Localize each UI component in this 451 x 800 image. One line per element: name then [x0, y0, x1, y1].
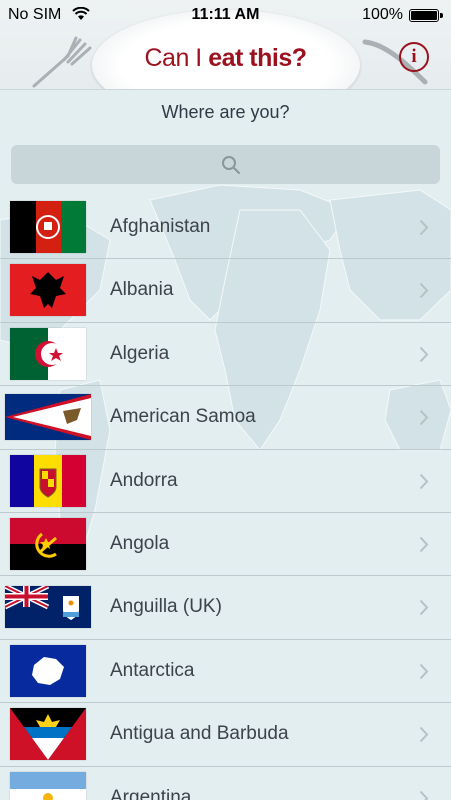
country-row-antigua-and-barbuda[interactable]: Antigua and Barbuda [0, 703, 451, 767]
argentina-flag [10, 771, 86, 800]
american-samoa-flag [5, 394, 91, 441]
chevron-right-icon [419, 536, 429, 553]
anguilla-flag [5, 586, 91, 629]
country-list: Afghanistan Albania Algeria American Sam… [0, 196, 451, 800]
country-row-argentina[interactable]: Argentina [0, 767, 451, 800]
status-bar: No SIM 11:11 AM 100% [0, 0, 451, 30]
chevron-right-icon [419, 726, 429, 743]
battery-icon [409, 9, 443, 22]
chevron-right-icon [419, 663, 429, 679]
chevron-right-icon [419, 473, 429, 489]
info-icon: i [411, 46, 417, 67]
albania-flag [10, 264, 86, 317]
country-row-afghanistan[interactable]: Afghanistan [0, 196, 451, 260]
country-name: Argentina [110, 786, 192, 800]
country-row-anguilla[interactable]: Anguilla (UK) [0, 576, 451, 640]
country-row-andorra[interactable]: Andorra [0, 450, 451, 513]
country-name: Antarctica [110, 659, 195, 681]
country-row-angola[interactable]: Angola [0, 513, 451, 577]
chevron-right-icon [419, 283, 429, 299]
country-row-algeria[interactable]: Algeria [0, 323, 451, 387]
logo-text-bold: eat this? [208, 44, 307, 72]
country-name: Algeria [110, 342, 170, 364]
country-name: Angola [110, 532, 170, 554]
country-name: Andorra [110, 469, 178, 491]
info-button[interactable]: i [399, 42, 429, 72]
logo-text-light: Can I [144, 44, 209, 72]
country-name: Antigua and Barbuda [110, 723, 289, 745]
location-prompt: Where are you? [161, 102, 290, 122]
chevron-right-icon [419, 219, 429, 236]
search-bar[interactable] [11, 145, 440, 184]
chevron-right-icon [419, 346, 429, 362]
search-input[interactable] [11, 145, 440, 184]
country-name: Afghanistan [110, 216, 211, 237]
country-row-albania[interactable]: Albania [0, 259, 451, 323]
country-name: Albania [110, 279, 174, 301]
angola-flag [10, 517, 86, 570]
app-logo: Can I eat this? [0, 44, 451, 73]
battery-percent: 100% [362, 6, 403, 23]
country-name: Anguilla (UK) [110, 596, 222, 618]
country-name: American Samoa [110, 406, 256, 428]
chevron-right-icon [419, 790, 429, 800]
afghanistan-flag [10, 201, 86, 253]
antigua-and-barbuda-flag [10, 708, 86, 761]
antarctica-flag [10, 644, 86, 697]
chevron-right-icon [419, 600, 429, 616]
chevron-right-icon [419, 409, 429, 426]
algeria-flag [10, 327, 86, 380]
andorra-flag [10, 454, 86, 507]
country-row-american-samoa[interactable]: American Samoa [0, 386, 451, 450]
country-row-antarctica[interactable]: Antarctica [0, 640, 451, 704]
